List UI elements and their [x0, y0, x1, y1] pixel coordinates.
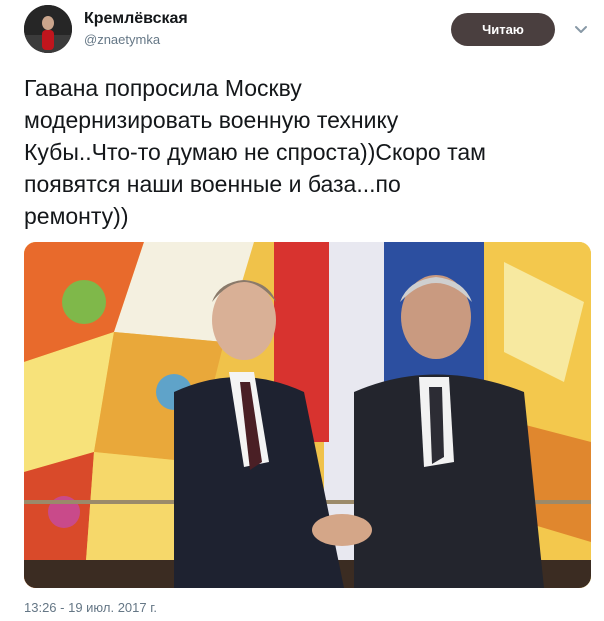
avatar[interactable] [24, 5, 72, 53]
tweet-text-line: Гавана попросила Москву [24, 75, 302, 101]
avatar-photo [24, 5, 72, 53]
tweet-text-line: появятся наши военные и база...по [24, 171, 401, 197]
tweet-text-line: Кубы..Что-то думаю не спроста))Скоро там [24, 139, 486, 165]
author-name[interactable]: Кремлёвская [84, 10, 188, 28]
tweet-text: Гавана попросила Москву модернизировать … [24, 72, 584, 232]
chevron-down-icon[interactable] [572, 20, 590, 38]
tweet-text-line: ремонту)) [24, 203, 129, 229]
author-handle[interactable]: @znaetymka [84, 32, 160, 47]
tweet-text-line: модернизировать военную технику [24, 107, 399, 133]
tweet-timestamp[interactable]: 13:26 - 19 июл. 2017 г. [24, 600, 157, 615]
follow-button[interactable]: Читаю [451, 13, 555, 46]
photo-handshake-image [24, 242, 591, 588]
tweet-media[interactable] [24, 242, 591, 588]
